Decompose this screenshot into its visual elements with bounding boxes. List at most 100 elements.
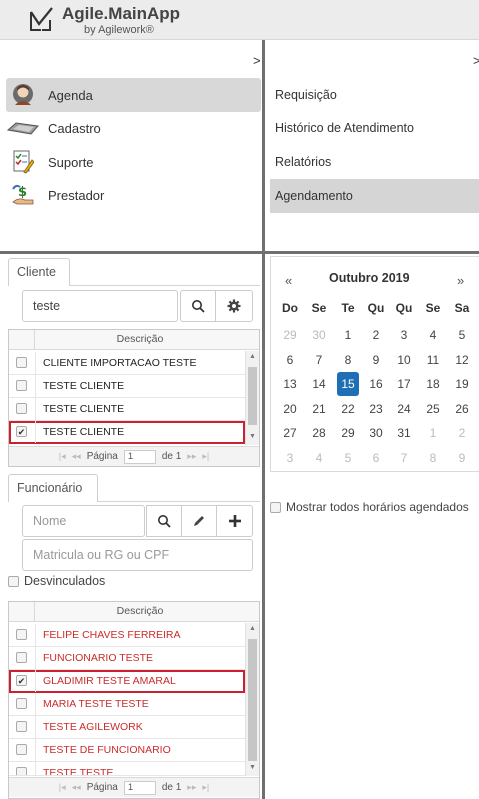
calendar-day[interactable]: 16 — [365, 372, 387, 396]
row-checkbox[interactable] — [16, 721, 27, 732]
calendar-next-button[interactable]: » — [457, 273, 464, 288]
table-row[interactable]: FUNCIONARIO TESTE — [9, 647, 245, 670]
cliente-settings-button[interactable] — [215, 290, 253, 322]
menu-item-cadastro[interactable]: Cadastro — [6, 111, 261, 145]
funcionario-add-button[interactable] — [216, 505, 253, 537]
calendar-day[interactable]: 10 — [393, 348, 415, 372]
row-checkbox-checked[interactable]: ✔ — [16, 426, 27, 437]
row-checkbox[interactable] — [16, 767, 27, 775]
scrollbar-thumb[interactable] — [248, 367, 257, 425]
calendar-day[interactable]: 4 — [308, 446, 330, 470]
calendar-day[interactable]: 1 — [337, 323, 359, 347]
table-row[interactable]: CLIENTE IMPORTACAO TESTE — [9, 352, 245, 375]
calendar-day[interactable]: 31 — [393, 421, 415, 445]
calendar-day[interactable]: 24 — [393, 397, 415, 421]
calendar-day[interactable]: 3 — [393, 323, 415, 347]
calendar-day[interactable]: 6 — [279, 348, 301, 372]
last-page-icon[interactable]: ▸| — [202, 451, 209, 462]
table-row-selected[interactable]: ✔ GLADIMIR TESTE AMARAL — [9, 670, 245, 693]
calendar-day[interactable]: 2 — [365, 323, 387, 347]
pager-page-input[interactable]: 1 — [123, 449, 156, 464]
calendar-day[interactable]: 22 — [337, 397, 359, 421]
submenu-item-requisicao[interactable]: Requisição — [270, 78, 479, 112]
calendar-day[interactable]: 9 — [451, 446, 473, 470]
calendar-day[interactable]: 20 — [279, 397, 301, 421]
tab-funcionario[interactable]: Funcionário — [8, 474, 98, 502]
calendar-day[interactable]: 13 — [279, 372, 301, 396]
table-row[interactable]: TESTE DE FUNCIONARIO — [9, 739, 245, 762]
calendar-day[interactable]: 8 — [422, 446, 444, 470]
calendar-day[interactable]: 14 — [308, 372, 330, 396]
calendar-day[interactable]: 30 — [365, 421, 387, 445]
row-checkbox[interactable] — [16, 744, 27, 755]
calendar-day[interactable]: 29 — [279, 323, 301, 347]
menu-item-prestador[interactable]: $ Prestador — [6, 178, 261, 212]
desvinculados-checkbox[interactable]: Desvinculados — [8, 574, 105, 588]
funcionario-name-input[interactable]: Nome — [22, 505, 145, 537]
next-page-icon[interactable]: ▸▸ — [187, 451, 196, 462]
calendar-day[interactable]: 30 — [308, 323, 330, 347]
calendar-day[interactable]: 23 — [365, 397, 387, 421]
calendar-day[interactable]: 27 — [279, 421, 301, 445]
prev-page-icon[interactable]: ◂◂ — [72, 782, 81, 793]
calendar-day[interactable]: 29 — [337, 421, 359, 445]
calendar-day[interactable]: 17 — [393, 372, 415, 396]
checkbox-box[interactable] — [270, 501, 281, 513]
scrollbar-thumb[interactable] — [248, 639, 257, 761]
calendar-day[interactable]: 26 — [451, 397, 473, 421]
submenu-item-historico[interactable]: Histórico de Atendimento — [270, 111, 479, 145]
row-checkbox-checked[interactable]: ✔ — [16, 675, 27, 686]
first-page-icon[interactable]: |◂ — [59, 451, 66, 462]
table-row[interactable]: TESTE TESTE — [9, 762, 245, 776]
last-page-icon[interactable]: ▸| — [202, 782, 209, 793]
grid-scrollbar[interactable]: ▲ ▼ — [245, 351, 259, 445]
scroll-down-icon[interactable]: ▼ — [246, 433, 259, 440]
calendar-day[interactable]: 25 — [422, 397, 444, 421]
row-checkbox[interactable] — [16, 403, 27, 414]
calendar-prev-button[interactable]: « — [285, 273, 292, 288]
calendar-day[interactable]: 12 — [451, 348, 473, 372]
submenu-item-relatorios[interactable]: Relatórios — [270, 145, 479, 179]
table-row[interactable]: TESTE AGILEWORK — [9, 716, 245, 739]
checkbox-box[interactable] — [8, 575, 19, 587]
scroll-up-icon[interactable]: ▲ — [246, 625, 259, 632]
cliente-search-button[interactable] — [180, 290, 216, 322]
calendar-day[interactable]: 7 — [393, 446, 415, 470]
table-row[interactable]: FELIPE CHAVES FERREIRA — [9, 624, 245, 647]
calendar-day[interactable]: 19 — [451, 372, 473, 396]
tab-cliente[interactable]: Cliente — [8, 258, 70, 286]
cliente-search-input[interactable]: teste — [22, 290, 178, 322]
submenu-item-agendamento[interactable]: Agendamento — [270, 179, 479, 213]
calendar-day[interactable]: 28 — [308, 421, 330, 445]
table-row-selected[interactable]: ✔ TESTE CLIENTE — [9, 421, 245, 444]
menu-item-agenda[interactable]: Agenda — [6, 78, 261, 112]
funcionario-search-button[interactable] — [146, 505, 182, 537]
calendar-title[interactable]: Outubro 2019 — [329, 271, 410, 285]
row-checkbox[interactable] — [16, 357, 27, 368]
funcionario-edit-button[interactable] — [181, 505, 217, 537]
scroll-up-icon[interactable]: ▲ — [246, 353, 259, 360]
calendar-day[interactable]: 2 — [451, 421, 473, 445]
row-checkbox[interactable] — [16, 698, 27, 709]
next-page-icon[interactable]: ▸▸ — [187, 782, 196, 793]
calendar-day[interactable]: 5 — [451, 323, 473, 347]
row-checkbox[interactable] — [16, 629, 27, 640]
calendar-day[interactable]: 9 — [365, 348, 387, 372]
calendar-day[interactable]: 18 — [422, 372, 444, 396]
calendar-day[interactable]: 4 — [422, 323, 444, 347]
calendar-day[interactable]: 3 — [279, 446, 301, 470]
calendar-day[interactable]: 7 — [308, 348, 330, 372]
first-page-icon[interactable]: |◂ — [59, 782, 66, 793]
show-all-checkbox[interactable]: Mostrar todos horários agendados — [270, 500, 469, 514]
calendar-day-today[interactable]: 15 — [337, 372, 359, 396]
row-checkbox[interactable] — [16, 380, 27, 391]
calendar-day[interactable]: 8 — [337, 348, 359, 372]
left-collapse-icon[interactable]: > — [253, 53, 261, 68]
prev-page-icon[interactable]: ◂◂ — [72, 451, 81, 462]
calendar-day[interactable]: 6 — [365, 446, 387, 470]
row-checkbox[interactable] — [16, 652, 27, 663]
right-collapse-icon[interactable]: > — [473, 53, 479, 68]
calendar-day[interactable]: 11 — [422, 348, 444, 372]
calendar-day[interactable]: 21 — [308, 397, 330, 421]
table-row[interactable]: TESTE CLIENTE — [9, 398, 245, 421]
